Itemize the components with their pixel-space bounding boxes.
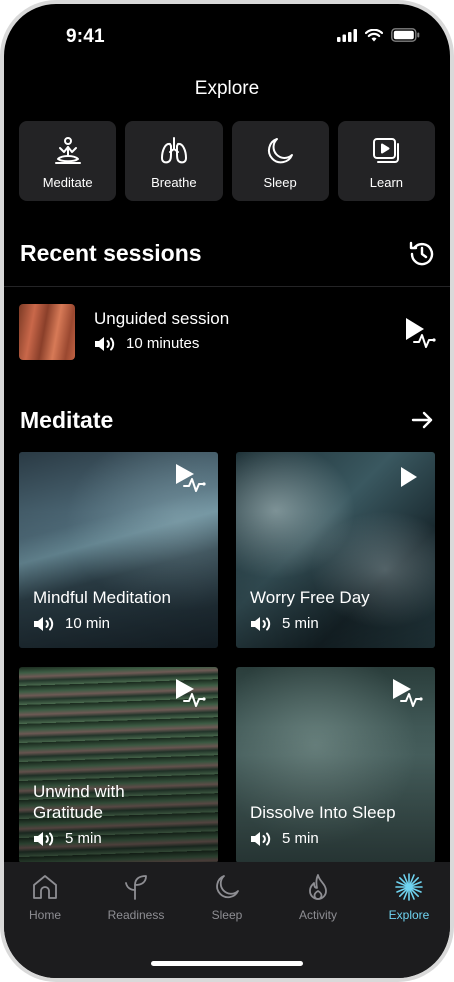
category-sleep[interactable]: Sleep: [231, 121, 329, 201]
category-meditate[interactable]: Meditate: [19, 121, 117, 201]
session-title: Unguided session: [94, 309, 230, 328]
category-tiles: Meditate Breathe Sleep Learn: [19, 121, 435, 201]
tab-label: Home: [28, 908, 61, 922]
card-meta: 5 min: [250, 830, 319, 847]
wifi-icon: [365, 28, 383, 41]
divider: [4, 286, 450, 287]
phone-frame: 9:41 Explore Meditate Breathe Sleep Lear…: [0, 0, 454, 982]
card-duration: 5 min: [282, 830, 319, 847]
tab-home[interactable]: Home: [4, 872, 90, 922]
history-icon[interactable]: [408, 240, 436, 268]
card-duration: 5 min: [282, 615, 319, 632]
home-indicator[interactable]: [151, 961, 303, 966]
session-meta: 10 minutes: [94, 335, 199, 352]
play-icon: [401, 467, 417, 487]
tab-sleep[interactable]: Sleep: [182, 872, 272, 922]
lungs-icon: [160, 137, 187, 164]
meditate-icon: [54, 137, 81, 164]
speaker-icon: [251, 616, 271, 631]
moon-icon: [268, 138, 294, 164]
arrow-right-icon[interactable]: [408, 406, 436, 434]
flame-icon: [309, 874, 327, 900]
card-title: Unwind with Gratitude: [33, 782, 125, 822]
play-pulse-icon: [176, 679, 206, 707]
session-duration: 10 minutes: [126, 335, 200, 352]
category-label: Sleep: [263, 175, 297, 190]
card-title: Worry Free Day: [250, 588, 370, 607]
status-bar: 9:41: [4, 4, 450, 64]
card-title: Mindful Meditation: [33, 588, 171, 607]
play-stack-icon: [373, 138, 400, 163]
recent-session-item[interactable]: Unguided session 10 minutes: [19, 304, 436, 360]
card-meta: 5 min: [250, 615, 319, 632]
speaker-icon: [34, 616, 54, 631]
meditation-card[interactable]: Unwind with Gratitude 5 min: [19, 667, 218, 863]
tab-label: Sleep: [211, 908, 243, 922]
speaker-icon: [95, 336, 115, 351]
meditation-card[interactable]: Worry Free Day 5 min: [236, 452, 435, 648]
sprout-icon: [125, 875, 147, 900]
starburst-icon: [395, 873, 423, 901]
category-label: Breathe: [151, 175, 197, 190]
card-duration: 10 min: [65, 615, 111, 632]
card-meta: 5 min: [33, 830, 102, 847]
card-title: Dissolve Into Sleep: [250, 803, 396, 822]
play-pulse-icon: [393, 679, 423, 707]
category-label: Meditate: [42, 175, 93, 190]
play-pulse-icon[interactable]: [404, 316, 436, 348]
card-duration: 5 min: [65, 830, 102, 847]
page-title: Explore: [194, 78, 260, 99]
signal-icon: [337, 28, 357, 42]
tab-explore[interactable]: Explore: [364, 872, 450, 922]
play-pulse-icon: [176, 464, 206, 492]
battery-icon: [391, 28, 420, 42]
moon-icon: [216, 875, 239, 899]
category-learn[interactable]: Learn: [337, 121, 435, 201]
tab-label: Activity: [298, 908, 337, 922]
meditation-card[interactable]: Dissolve Into Sleep 5 min: [236, 667, 435, 863]
home-icon: [33, 875, 57, 899]
tab-label: Readiness: [107, 908, 165, 922]
tab-readiness[interactable]: Readiness: [91, 872, 181, 922]
card-meta: 10 min: [33, 615, 110, 632]
status-time: 9:41: [66, 26, 105, 47]
session-thumbnail: [19, 304, 75, 360]
speaker-icon: [251, 831, 271, 846]
meditation-card[interactable]: Mindful Meditation 10 min: [19, 452, 218, 648]
category-breathe[interactable]: Breathe: [125, 121, 223, 201]
speaker-icon: [34, 831, 54, 846]
tab-label: Explore: [388, 908, 430, 922]
screen: 9:41 Explore Meditate Breathe Sleep Lear…: [4, 4, 450, 978]
tab-activity[interactable]: Activity: [273, 872, 363, 922]
tab-bar: Home Readiness Sleep Activity Explore: [4, 862, 450, 978]
category-label: Learn: [369, 175, 403, 190]
status-icons: [337, 28, 420, 42]
recent-sessions-heading: Recent sessions: [20, 240, 202, 266]
meditate-heading: Meditate: [20, 407, 114, 433]
